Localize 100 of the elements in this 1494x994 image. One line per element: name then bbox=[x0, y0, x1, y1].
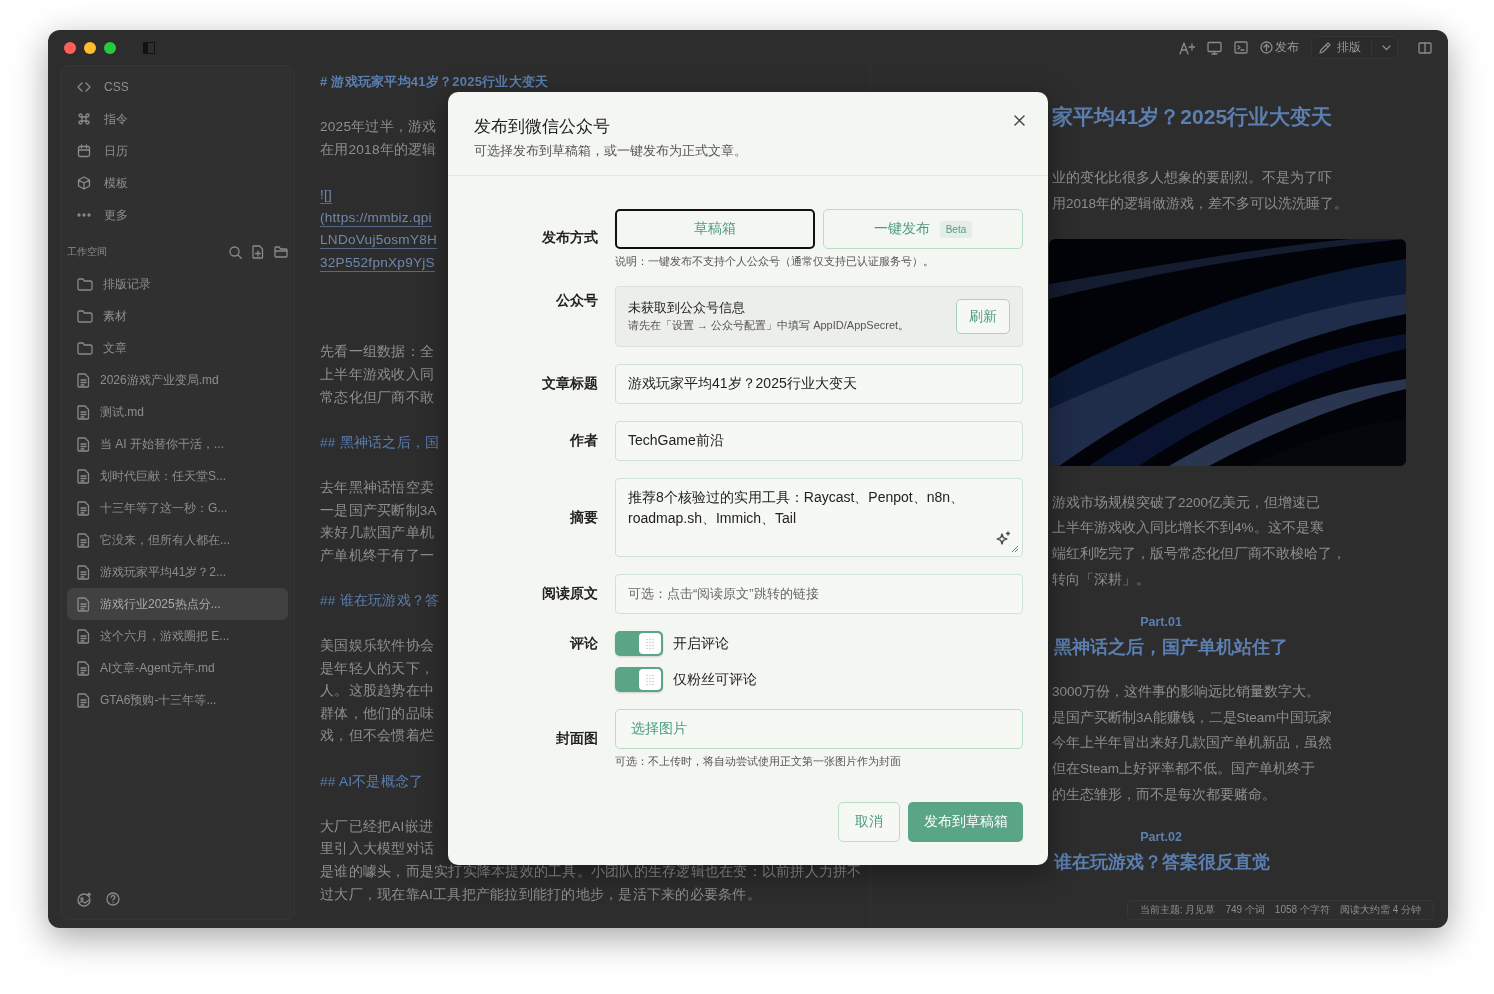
file-item[interactable]: 它没来，但所有人都在... bbox=[67, 524, 288, 556]
section-heading: 谁在玩游戏？答案很反直觉 bbox=[1054, 850, 1270, 874]
editor-line: 2025年过半，游戏 bbox=[320, 118, 437, 137]
sidebar-item[interactable]: 更多 bbox=[67, 199, 288, 231]
editor-line: 在用2018年的逻辑 bbox=[320, 140, 437, 159]
file-item[interactable]: 测试.md bbox=[67, 396, 288, 428]
minimize-window-button[interactable] bbox=[84, 41, 96, 54]
field-label: 评论 bbox=[568, 635, 598, 653]
status-text: 当前主题: 月见草 bbox=[1139, 903, 1216, 917]
field-label: 发布方式 bbox=[541, 229, 598, 247]
file-item[interactable]: 这个六月，游戏圈把 E... bbox=[67, 620, 288, 652]
editor-line: 是谁的噱头，而是实打实降本提效的工具。小团队的生存逻辑也在变：以前拼人力拼不 bbox=[320, 863, 862, 881]
monitor-icon[interactable] bbox=[1207, 40, 1222, 55]
section-label: Part.01 bbox=[1140, 614, 1182, 629]
sidebar-item[interactable]: 模板 bbox=[67, 167, 288, 199]
folder-icon[interactable] bbox=[274, 246, 288, 258]
grip-dots-icon bbox=[645, 637, 655, 650]
file-item[interactable]: 游戏玩家平均41岁？2... bbox=[67, 556, 288, 588]
new-file-icon[interactable] bbox=[252, 245, 264, 259]
document-icon bbox=[77, 436, 90, 452]
editor-line: 来好几款国产单机 bbox=[320, 524, 434, 543]
image-sparkle-icon[interactable] bbox=[77, 891, 92, 907]
close-icon[interactable] bbox=[1014, 115, 1025, 126]
pen-icon bbox=[1318, 41, 1331, 54]
document-icon bbox=[77, 692, 90, 708]
text-size-icon[interactable] bbox=[1179, 40, 1195, 55]
dialog-subtitle: 可选择发布到草稿箱，或一键发布为正式文章。 bbox=[474, 143, 747, 160]
document-icon bbox=[77, 628, 90, 644]
file-item[interactable]: 划时代巨献：任天堂S... bbox=[67, 460, 288, 492]
sidebar-item[interactable]: 指令 bbox=[67, 103, 288, 135]
refresh-button[interactable]: 刷新 bbox=[956, 299, 1010, 334]
editor-line: 先看一组数据：全 bbox=[320, 343, 434, 362]
terminal-icon[interactable] bbox=[1234, 41, 1248, 54]
field-label: 文章标题 bbox=[541, 375, 598, 393]
sidebar-item[interactable]: CSS bbox=[67, 71, 288, 103]
help-icon[interactable] bbox=[106, 892, 120, 906]
document-icon bbox=[77, 404, 90, 420]
markdown-heading: ## 谁在玩游戏？答 bbox=[320, 591, 440, 610]
folder-item[interactable]: 素材 bbox=[67, 300, 288, 332]
choose-image-button[interactable]: 选择图片 bbox=[615, 709, 1023, 749]
document-icon bbox=[77, 372, 90, 388]
file-item[interactable]: AI文章-Agent元年.md bbox=[67, 652, 288, 684]
editor-line: 是年轻人的天下， bbox=[320, 659, 434, 678]
preview-line: 是国产买断制3A能赚钱，二是Steam中国玩家 bbox=[1052, 708, 1332, 727]
calendar-icon bbox=[77, 144, 91, 158]
preview-line: 但在Steam上好评率都不低。国产单机终于 bbox=[1052, 760, 1316, 779]
input-field[interactable]: 可选：点击“阅读原文”跳转的链接 bbox=[615, 574, 1023, 614]
preview-line: 游戏市场规模突破了2200亿美元，但增速已 bbox=[1052, 493, 1321, 512]
status-text: 749 个词 bbox=[1225, 903, 1265, 917]
folder-item[interactable]: 文章 bbox=[67, 332, 288, 364]
article-title: 家平均41岁？2025行业大变天 bbox=[1052, 104, 1333, 130]
document-icon bbox=[77, 660, 90, 676]
editor-line: 过大厂，现在靠AI工具把产能拉到能打的地步，是活下来的必要条件。 bbox=[320, 885, 761, 904]
split-view-icon[interactable] bbox=[1418, 41, 1432, 54]
close-window-button[interactable] bbox=[64, 41, 76, 54]
mode-option[interactable]: 一键发布 Beta bbox=[823, 209, 1023, 249]
account-hint: 请先在「设置 → 公众号配置」中填写 AppID/AppSecret。 bbox=[628, 318, 911, 333]
mode-option[interactable]: 草稿箱 bbox=[615, 209, 815, 249]
sidebar-item[interactable]: 日历 bbox=[67, 135, 288, 167]
sparkle-icon[interactable] bbox=[995, 531, 1011, 547]
file-item[interactable]: GTA6预购-十三年等... bbox=[67, 684, 288, 716]
publish-button[interactable]: 发布 bbox=[1260, 40, 1299, 55]
toggle-switch[interactable] bbox=[615, 667, 663, 692]
markdown-heading: ## 黑神话之后，国 bbox=[320, 433, 440, 452]
field-label: 作者 bbox=[568, 432, 598, 450]
preview-line: 端红利吃完了，版号常态化但厂商不敢梭哈了， bbox=[1052, 545, 1346, 564]
zoom-window-button[interactable] bbox=[104, 41, 116, 54]
toggle-switch[interactable] bbox=[615, 631, 663, 656]
cube-icon bbox=[77, 176, 91, 190]
field-label: 摘要 bbox=[569, 508, 598, 527]
section-label: Part.02 bbox=[1140, 829, 1182, 844]
markdown-heading: ## AI不是概念了 bbox=[320, 772, 424, 791]
cancel-button[interactable]: 取消 bbox=[838, 802, 900, 842]
preview-line: 的生态雏形，而不是每次都要赌命。 bbox=[1052, 785, 1276, 804]
folder-item[interactable]: 排版记录 bbox=[67, 268, 288, 300]
file-item[interactable]: 2026游戏产业变局.md bbox=[67, 364, 288, 396]
publish-button[interactable]: 发布到草稿箱 bbox=[908, 802, 1023, 842]
summary-field[interactable]: 推荐8个核验过的实用工具：Raycast、Penpot、n8n、roadmap.sh、Immich、Tail bbox=[615, 478, 1023, 557]
preview-line: 转向「深耕」。 bbox=[1052, 571, 1150, 589]
sidebar-toggle-icon[interactable] bbox=[143, 41, 155, 54]
caret-icon bbox=[1382, 44, 1391, 51]
status-text: 阅读大约需 4 分钟 bbox=[1339, 903, 1421, 917]
folder-icon bbox=[77, 277, 93, 291]
preview-line: 今年上半年冒出来好几款国产单机新品，虽然 bbox=[1052, 734, 1332, 753]
account-status: 未获取到公众号信息 bbox=[628, 299, 746, 317]
preview-line: 用2018年的逻辑做游戏，差不多可以洗洗睡了。 bbox=[1052, 194, 1349, 213]
command-icon bbox=[77, 112, 91, 126]
toggle-label: 开启评论 bbox=[673, 634, 729, 653]
input-field[interactable]: 游戏玩家平均41岁？2025行业大变天 bbox=[615, 364, 1023, 404]
document-icon bbox=[77, 500, 90, 516]
search-icon[interactable] bbox=[229, 245, 242, 259]
preview-line: 3000万份，这件事的影响远比销量数字大。 bbox=[1052, 682, 1321, 701]
layout-button[interactable]: 排版 bbox=[1311, 36, 1398, 59]
input-field[interactable]: TechGame前沿 bbox=[615, 421, 1023, 461]
resize-handle[interactable] bbox=[1011, 545, 1019, 553]
field-label: 阅读原文 bbox=[541, 585, 598, 603]
field-label: 公众号 bbox=[555, 292, 598, 310]
file-item[interactable]: 十三年等了这一秒：G... bbox=[67, 492, 288, 524]
file-item[interactable]: 游戏行业2025热点分... bbox=[67, 588, 288, 620]
file-item[interactable]: 当 AI 开始替你干活，... bbox=[67, 428, 288, 460]
